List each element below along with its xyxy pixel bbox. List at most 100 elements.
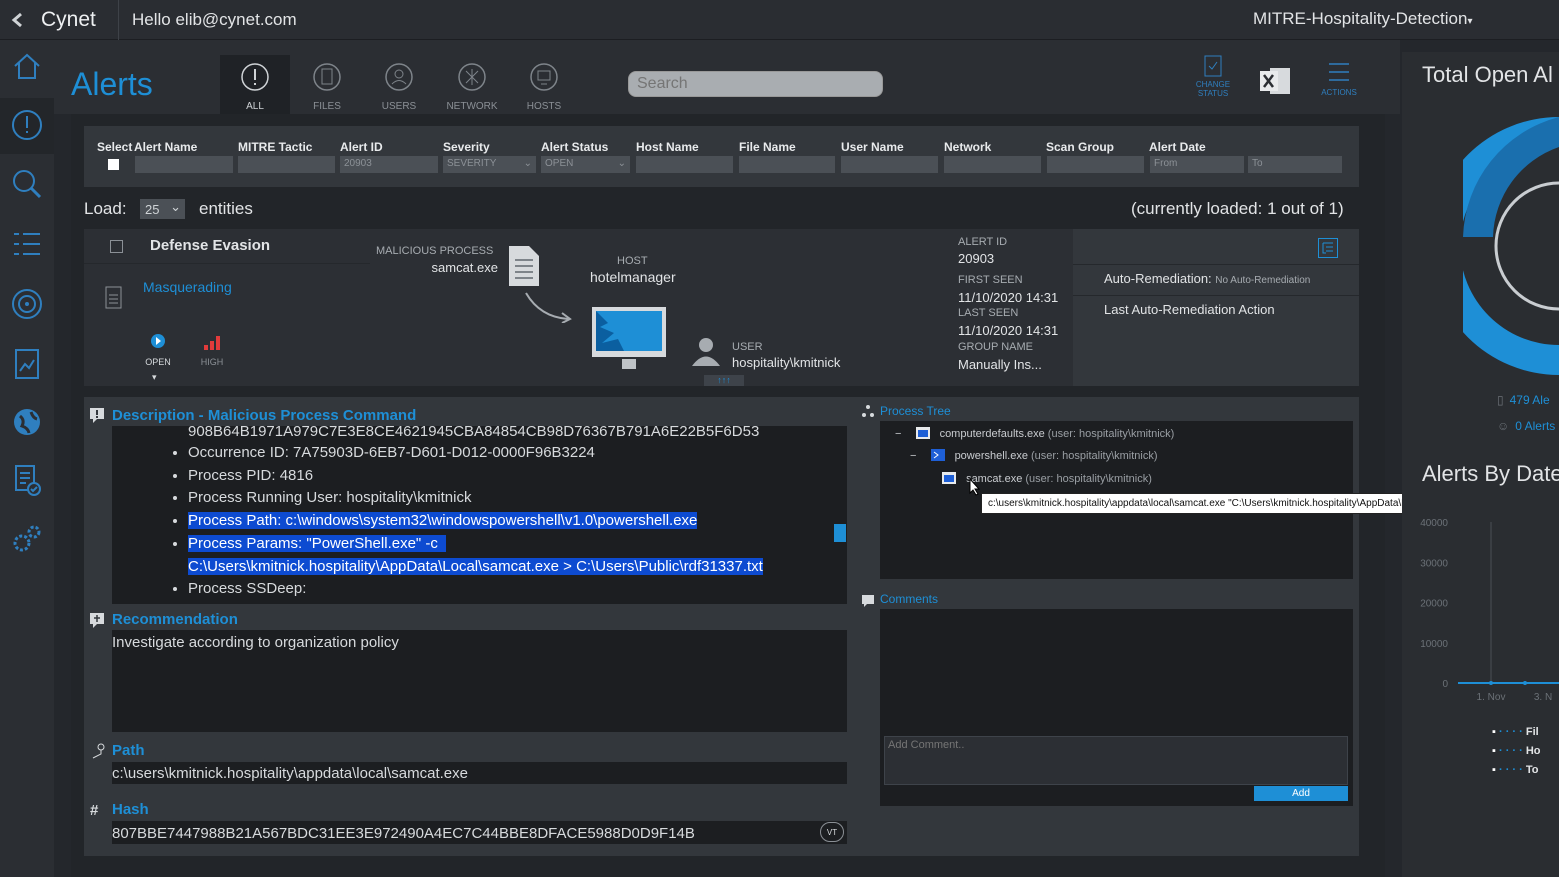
alerts-count-row: ☺ 0 Alerts [1497,419,1555,433]
path-icon [89,742,107,765]
description-item: Process Params: "PowerShell.exe" -c [188,533,763,556]
expand-button[interactable]: ↑↑↑ [704,375,744,386]
filter-alert-status[interactable]: OPEN ⌄ [541,156,630,173]
first-seen-value: 11/10/2020 14:31 [958,290,1059,305]
scrollbar-thumb[interactable] [834,524,846,542]
process-label: MALICIOUS PROCESS [376,245,494,257]
filter-severity[interactable]: SEVERITY ⌄ [443,156,536,173]
data-point [1523,681,1527,685]
filter-network[interactable] [944,156,1041,173]
filter-label-mitre-tactic: MITRE Tactic [238,140,313,154]
legend-item[interactable]: ▪ · · · · Fil [1492,723,1541,742]
divider [1073,295,1359,296]
back-icon[interactable] [8,10,28,35]
recommendation-title: Recommendation [112,611,238,628]
chevron-down-icon[interactable]: ▾ [152,372,157,383]
severity-select-value: SEVERITY [447,158,497,169]
filter-host-name[interactable] [636,156,733,173]
total-open-title: Total Open Al [1422,62,1553,87]
mitre-technique-link[interactable]: Masquerading [143,279,232,295]
load-count-select[interactable]: 25 ⌄ [140,199,185,219]
alert-icon[interactable] [9,107,45,143]
severity-label: HIGH [200,357,224,367]
filter-date-from[interactable]: From [1150,156,1244,173]
report-icon[interactable] [9,346,45,382]
filter-label-alert-name: Alert Name [134,140,198,154]
home-icon[interactable] [9,48,45,84]
auto-remediation-value: No Auto-Remediation [1215,275,1311,286]
filter-alert-name[interactable] [135,156,233,173]
path-value[interactable]: c:\users\kmitnick.hospitality\appdata\lo… [112,762,847,784]
description-item: Process Running User: hospitality\kmitni… [188,487,763,510]
tab-hosts-label: HOSTS [526,101,562,112]
add-comment-button[interactable]: Add [1254,786,1348,801]
filter-label-scan-group: Scan Group [1046,140,1115,154]
tree-node[interactable]: − powershell.exe (user: hospitality\kmit… [910,448,1158,462]
filter-label-host-name: Host Name [636,140,699,154]
collapse-icon[interactable]: − [910,450,916,462]
filter-file-name[interactable] [739,156,835,173]
comments-title: Comments [880,592,939,606]
user-label: USER [732,341,763,353]
window-icon [942,472,956,484]
filter-mitre-tactic[interactable] [238,156,335,173]
details-icon[interactable] [1318,238,1338,258]
description-item: Occurrence ID: 7A75903D-6EB7-D601-D012-0… [188,442,763,465]
list-icon[interactable] [9,226,45,262]
filter-alert-id[interactable]: 20903 [340,156,438,173]
actions-icon [1329,63,1349,81]
alert-row[interactable]: Defense Evasion Masquerading OPEN ▾ HIGH… [84,229,1359,386]
filter-scan-group[interactable] [1047,156,1144,173]
alerts-count-row: ▯ 479 Ale [1497,393,1550,407]
alerts-by-date-chart: 0 10000 20000 30000 40000 1. Nov 3. N [1420,518,1559,703]
hash-title: Hash [112,801,149,818]
search-input[interactable] [628,71,883,97]
search-icon[interactable] [9,166,45,202]
description-item: Process Path: c:\windows\system32\window… [188,510,763,533]
x-tick-label: 3. N [1534,692,1552,703]
process-user: (user: hospitality\kmitnick) [1031,450,1158,462]
file-icon [507,244,541,293]
last-seen-value: 11/10/2020 14:31 [958,323,1059,338]
comment-input[interactable] [884,736,1348,785]
actions-button[interactable]: ACTIONS [1316,60,1362,97]
legend-item[interactable]: ▪ · · · · To [1492,761,1541,780]
user-name[interactable]: hospitality\kmitnick [732,355,840,370]
filter-date-to[interactable]: To [1248,156,1342,173]
change-status-button[interactable]: CHANGE STATUS [1189,52,1237,98]
divider [84,263,370,264]
hash-value[interactable]: 807BBE7447988B21A567BDC31EE3E972490A4EC7… [112,821,847,844]
y-tick-label: 0 [1442,679,1448,690]
tree-node[interactable]: − computerdefaults.exe (user: hospitalit… [895,426,1174,440]
target-icon[interactable] [9,286,45,322]
brand-logo[interactable]: Cynet [41,8,96,32]
path-title: Path [112,742,145,759]
alert-id-value: 20903 [958,251,995,266]
alerts-header: Alerts ALL FILES USERS NETWORK HOSTS CHA… [54,40,1400,127]
legend-item[interactable]: ▪ · · · · Ho [1492,742,1541,761]
virustotal-button[interactable]: VT [820,822,844,842]
description-item: Process PID: 4816 [188,465,763,488]
host-label: HOST [617,255,648,267]
tab-network-label: NETWORK [446,101,498,112]
excel-export-icon[interactable] [1258,66,1292,101]
environment-selector[interactable]: MITRE-Hospitality-Detection▾ [1253,9,1472,29]
change-status-label: CHANGE STATUS [1195,80,1231,98]
settings-icon[interactable] [9,520,45,556]
description-box[interactable]: 908B64B1971A979C7E3E8CE4621945CBA84854CB… [112,426,847,604]
checklist-icon[interactable] [9,462,45,498]
collapse-icon[interactable]: − [895,428,901,440]
host-name[interactable]: hotelmanager [590,269,676,285]
process-name: powershell.exe [954,450,1028,462]
y-tick-label: 10000 [1420,639,1448,650]
severity-bars-icon [203,335,223,356]
legend-label: Fil [1525,726,1539,738]
select-all-checkbox[interactable] [108,159,119,170]
globe-icon[interactable] [9,404,45,440]
alert-row-checkbox[interactable] [110,240,123,253]
status-label: OPEN [145,357,171,367]
description-item: C:\Users\kmitnick.hospitality\AppData\Lo… [188,556,763,579]
filter-user-name[interactable] [841,156,938,173]
process-name[interactable]: samcat.exe [376,260,498,275]
status-open-icon[interactable] [150,333,166,354]
